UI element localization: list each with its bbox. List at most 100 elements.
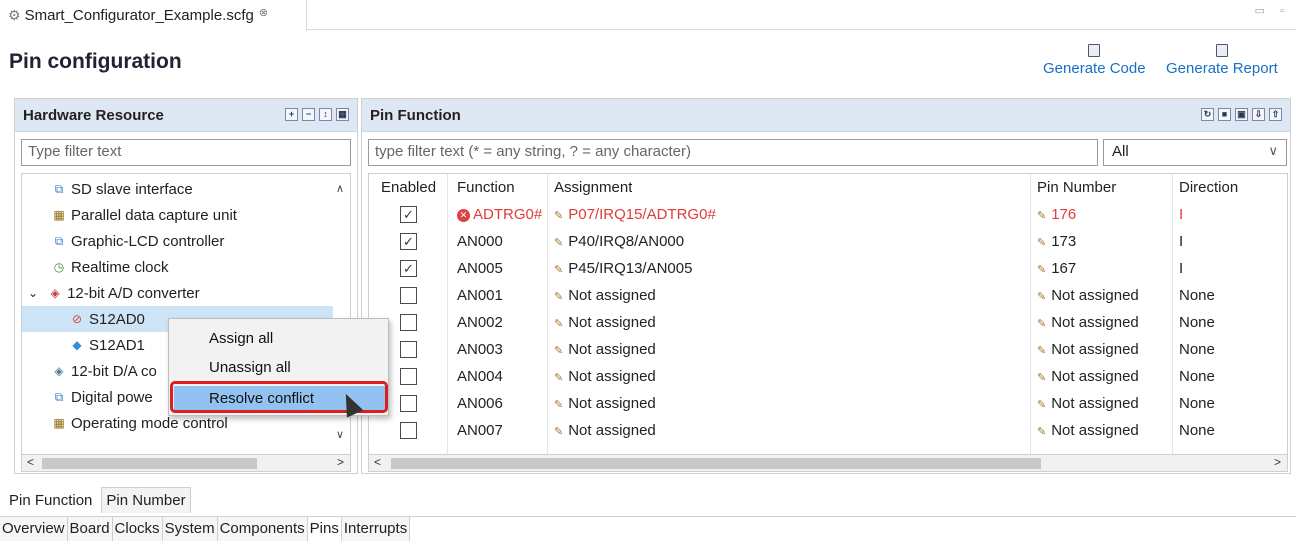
save-icon[interactable]: ▣ <box>1235 108 1248 121</box>
enabled-checkbox[interactable] <box>400 341 417 358</box>
hardware-filter-input[interactable]: Type filter text <box>21 139 351 166</box>
import-icon[interactable]: ⇩ <box>1252 108 1265 121</box>
chevron-right-icon[interactable]: > <box>337 455 344 469</box>
pin-number-cell[interactable]: ✎ Not assigned <box>1037 390 1139 417</box>
chevron-left-icon[interactable]: < <box>374 455 381 469</box>
table-header: Enabled Function Assignment Pin Number D… <box>369 174 1287 201</box>
chevron-down-icon[interactable]: ∨ <box>336 428 344 441</box>
pin-number-cell[interactable]: ✎ Not assigned <box>1037 309 1139 336</box>
pin-number-cell[interactable]: ✎ 176 <box>1037 201 1076 228</box>
tab-components[interactable]: Components <box>217 517 308 541</box>
enabled-checkbox[interactable]: ✓ <box>400 233 417 250</box>
assignment-cell[interactable]: ✎ Not assigned <box>554 390 656 417</box>
tree-horizontal-scrollbar[interactable]: < > <box>21 454 351 472</box>
table-row[interactable]: ✓ AN000 ✎ P40/IRQ8/AN000 ✎ 173 I <box>369 228 1287 255</box>
chevron-left-icon[interactable]: < <box>27 455 34 469</box>
tab-pin-number[interactable]: Pin Number <box>101 487 191 513</box>
table-row[interactable]: AN007 ✎ Not assigned ✎ Not assigned None <box>369 417 1287 444</box>
enabled-checkbox[interactable] <box>400 422 417 439</box>
pin-filter-input[interactable]: type filter text (* = any string, ? = an… <box>368 139 1098 166</box>
tab-interrupts[interactable]: Interrupts <box>341 517 411 541</box>
direction-cell[interactable]: None <box>1179 309 1215 336</box>
assignment-cell[interactable]: ✎ Not assigned <box>554 309 656 336</box>
expand-all-icon[interactable]: + <box>285 108 298 121</box>
column-header-direction[interactable]: Direction <box>1179 174 1238 201</box>
assignment-cell[interactable]: ✎ Not assigned <box>554 363 656 390</box>
assignment-cell[interactable]: ✎ Not assigned <box>554 336 656 363</box>
tab-clocks[interactable]: Clocks <box>112 517 163 541</box>
enabled-checkbox[interactable] <box>400 395 417 412</box>
board-icon[interactable]: ■ <box>1218 108 1231 121</box>
column-header-assignment[interactable]: Assignment <box>554 174 632 201</box>
assignment-cell[interactable]: ✎ Not assigned <box>554 417 656 444</box>
menu-item-unassign-all[interactable]: Unassign all <box>209 357 291 379</box>
table-row[interactable]: AN004 ✎ Not assigned ✎ Not assigned None <box>369 363 1287 390</box>
window-controls[interactable]: ▭ ▫ <box>1255 4 1290 17</box>
pin-number-cell[interactable]: ✎ Not assigned <box>1037 363 1139 390</box>
enabled-checkbox[interactable]: ✓ <box>400 206 417 223</box>
table-row[interactable]: ✓ AN005 ✎ P45/IRQ13/AN005 ✎ 167 I <box>369 255 1287 282</box>
assignment-cell[interactable]: ✎ P40/IRQ8/AN000 <box>554 228 684 255</box>
direction-cell[interactable]: None <box>1179 363 1215 390</box>
pin-number-cell[interactable]: ✎ Not assigned <box>1037 282 1139 309</box>
pin-number-cell[interactable]: ✎ Not assigned <box>1037 336 1139 363</box>
scroll-thumb[interactable] <box>42 458 257 469</box>
tree-item[interactable]: ⌄ ◈ 12-bit A/D converter <box>22 280 334 306</box>
peripheral-icon: ⧉ <box>54 234 64 248</box>
direction-cell[interactable]: None <box>1179 282 1215 309</box>
enabled-checkbox[interactable] <box>400 314 417 331</box>
tab-system[interactable]: System <box>162 517 218 541</box>
pin-filter-select[interactable]: All ∨ <box>1103 139 1287 166</box>
tree-item[interactable]: ◷ Realtime clock <box>22 254 334 280</box>
close-icon[interactable]: ⊗ <box>259 6 268 19</box>
chevron-right-icon[interactable]: > <box>1274 455 1281 469</box>
assignment-cell[interactable]: ✎ P07/IRQ15/ADTRG0# <box>554 201 716 228</box>
assignment-cell[interactable]: ✎ Not assigned <box>554 282 656 309</box>
enabled-checkbox[interactable] <box>400 368 417 385</box>
enabled-checkbox[interactable] <box>400 287 417 304</box>
direction-cell[interactable]: I <box>1179 201 1183 228</box>
scroll-thumb[interactable] <box>391 458 1041 469</box>
table-row[interactable]: AN003 ✎ Not assigned ✎ Not assigned None <box>369 336 1287 363</box>
column-header-enabled[interactable]: Enabled <box>381 174 436 201</box>
export-icon[interactable]: ⇧ <box>1269 108 1282 121</box>
generate-report-button[interactable]: Generate Report <box>1166 44 1278 77</box>
table-row[interactable]: ✓ ✕ ADTRG0# ✎ P07/IRQ15/ADTRG0# ✎ 176 I <box>369 201 1287 228</box>
group-icon[interactable]: ▦ <box>336 108 349 121</box>
pin-number-cell[interactable]: ✎ 167 <box>1037 255 1076 282</box>
column-header-function[interactable]: Function <box>457 174 515 201</box>
pin-number-cell[interactable]: ✎ 173 <box>1037 228 1076 255</box>
enabled-checkbox[interactable]: ✓ <box>400 260 417 277</box>
table-horizontal-scrollbar[interactable]: < > <box>368 454 1288 472</box>
column-header-pin-number[interactable]: Pin Number <box>1037 174 1116 201</box>
tab-overview[interactable]: Overview <box>0 517 68 541</box>
tab-pins[interactable]: Pins <box>307 517 342 541</box>
table-row[interactable]: AN002 ✎ Not assigned ✎ Not assigned None <box>369 309 1287 336</box>
direction-cell[interactable]: None <box>1179 336 1215 363</box>
tree-item[interactable]: ▦ Parallel data capture unit <box>22 202 334 228</box>
assignment-cell[interactable]: ✎ P45/IRQ13/AN005 <box>554 255 692 282</box>
peripheral-icon: ⧉ <box>54 390 64 404</box>
table-row[interactable]: AN001 ✎ Not assigned ✎ Not assigned None <box>369 282 1287 309</box>
collapse-all-icon[interactable]: − <box>302 108 315 121</box>
menu-item-assign-all[interactable]: Assign all <box>209 328 273 350</box>
refresh-icon[interactable]: ↻ <box>1201 108 1214 121</box>
pencil-icon: ✎ <box>1037 318 1047 330</box>
tab-pin-function[interactable]: Pin Function <box>0 487 102 513</box>
direction-cell[interactable]: None <box>1179 390 1215 417</box>
generate-code-button[interactable]: Generate Code <box>1043 44 1146 77</box>
tab-board[interactable]: Board <box>67 517 113 541</box>
direction-cell[interactable]: None <box>1179 417 1215 444</box>
chevron-down-icon[interactable]: ⌄ <box>28 286 38 300</box>
printer-icon <box>1215 44 1228 57</box>
direction-cell[interactable]: I <box>1179 228 1183 255</box>
chevron-up-icon[interactable]: ∧ <box>336 182 344 195</box>
sort-icon[interactable]: ↕ <box>319 108 332 121</box>
pin-number-value: Not assigned <box>1051 287 1139 304</box>
table-row[interactable]: AN006 ✎ Not assigned ✎ Not assigned None <box>369 390 1287 417</box>
tree-item[interactable]: ⧉ SD slave interface <box>22 176 334 202</box>
tree-item[interactable]: ⧉ Graphic-LCD controller <box>22 228 334 254</box>
editor-tab[interactable]: ⚙ Smart_Configurator_Example.scfg ⊗ <box>0 0 307 31</box>
pin-number-cell[interactable]: ✎ Not assigned <box>1037 417 1139 444</box>
direction-cell[interactable]: I <box>1179 255 1183 282</box>
